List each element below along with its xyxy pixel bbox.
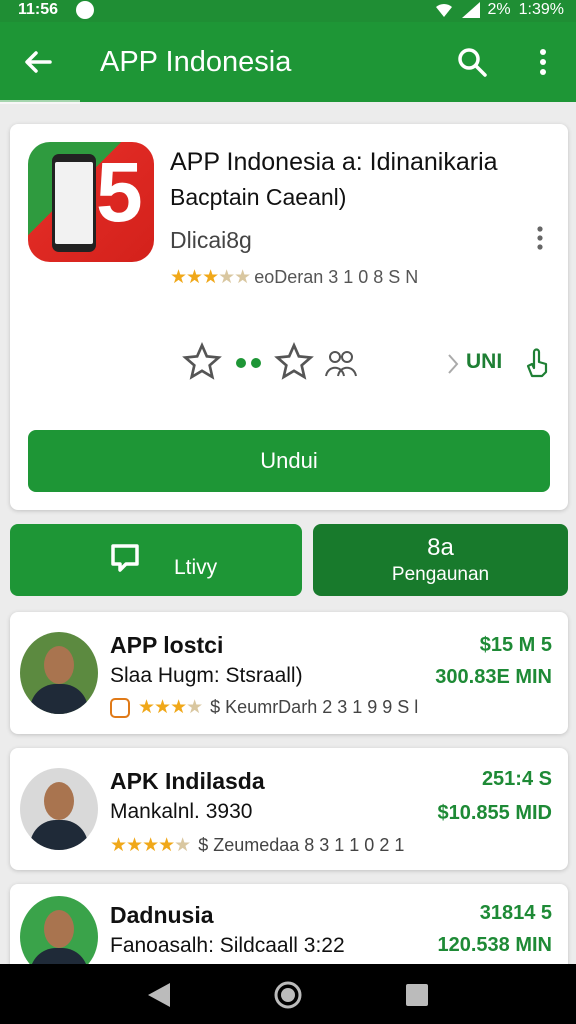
avatar <box>20 632 98 714</box>
status-right: 2% 1:39% <box>434 1 564 19</box>
list-item[interactable]: APP lostci Slaa Hugm: Stsraall) ★★★★ $ K… <box>10 612 568 734</box>
list-item-stat-bottom: 300.83E MIN <box>435 666 552 688</box>
list-item-stat-bottom: 120.538 MIN <box>437 934 552 956</box>
list-item-name: APP lostci <box>110 632 224 658</box>
list-item-subtitle: Mankalnl. 3930 <box>110 800 253 823</box>
list-item-subtitle: Fanoasalh: Sildcaall 3:22 <box>110 934 345 957</box>
system-nav-bar <box>0 964 576 1024</box>
avatar-body <box>30 820 88 850</box>
detail-more-icon[interactable] <box>532 224 548 252</box>
library-icon <box>111 544 139 572</box>
avatar <box>20 768 98 850</box>
status-time: 11:56 <box>18 1 59 18</box>
chevron-right-icon[interactable] <box>446 352 460 376</box>
rating-stars: ★★★★★ <box>170 267 251 288</box>
app-title: APP Indonesia a: Idinanikaria <box>170 148 498 176</box>
avatar-body <box>30 684 88 714</box>
avatar-head <box>44 782 74 820</box>
star-outline-icon-2[interactable] <box>274 342 314 382</box>
nav-home-icon[interactable] <box>273 980 303 1010</box>
people-icon[interactable] <box>324 348 358 378</box>
install-button[interactable]: Undui <box>28 430 550 492</box>
list-item-stat-top: 31814 5 <box>479 902 552 924</box>
list-item-stat-bottom: $10.855 MID <box>437 802 552 824</box>
avatar-head <box>44 910 74 948</box>
list-item-meta-text: $ Zeumedaa 8 3 1 1 0 2 1 <box>198 835 405 855</box>
list-item-meta-text: $ KeumrDarh 2 3 1 9 9 S l <box>210 697 419 717</box>
list-item-name: APK Indilasda <box>110 768 265 794</box>
badge-icon <box>110 697 130 718</box>
library-button[interactable]: Ltivy <box>10 524 302 596</box>
notification-icon <box>76 1 94 19</box>
star-outline-icon[interactable] <box>182 342 222 382</box>
uni-label[interactable]: UNI <box>466 350 502 374</box>
app-bar: APP Indonesia <box>0 22 576 102</box>
avatar-head <box>44 646 74 684</box>
status-clock: 1:39% <box>518 1 564 18</box>
app-rating: ★★★★★ eoDeran 3 1 0 8 S N <box>170 266 418 289</box>
app-subtitle: Bacptain Caeanl) <box>170 184 347 210</box>
list-item-stat-top: $15 M 5 <box>479 634 552 656</box>
list-item-stars: ★★★★ <box>138 697 203 718</box>
list-item-stat-top: 251:4 S <box>481 768 552 790</box>
back-arrow-icon[interactable] <box>20 44 56 80</box>
pengaunan-count: 8a <box>427 534 454 561</box>
wifi-icon <box>435 3 452 17</box>
battery-text: 2% <box>487 1 511 18</box>
pengaunan-button[interactable]: 8a Pengaunan <box>313 524 568 596</box>
app-bar-title: APP Indonesia <box>100 46 292 78</box>
library-button-label: Ltivy <box>174 556 218 579</box>
list-item-name: Dadnusia <box>110 902 214 928</box>
list-item-subtitle: Slaa Hugm: Stsraall) <box>110 664 303 687</box>
signal-icon <box>461 2 480 18</box>
nav-recents-icon[interactable] <box>402 980 432 1010</box>
more-vert-icon[interactable] <box>528 44 558 80</box>
list-item-meta: ★★★★ $ KeumrDarh 2 3 1 9 9 S l <box>110 696 418 719</box>
app-detail-card: 5 APP Indonesia a: Idinanikaria Bacptain… <box>10 124 568 510</box>
pengaunan-label: Pengaunan <box>391 564 490 585</box>
phone-screen <box>55 162 93 244</box>
list-item[interactable]: APK Indilasda Mankalnl. 3930 ★★★★★ $ Zeu… <box>10 748 568 870</box>
nav-back-icon[interactable] <box>144 980 174 1010</box>
app-icon: 5 <box>28 142 154 262</box>
rating-text: eoDeran 3 1 0 8 S N <box>254 267 419 287</box>
app-developer[interactable]: Dlicai8g <box>170 227 252 254</box>
status-bar: 11:56 2% 1:39% <box>0 0 576 22</box>
list-item-meta: ★★★★★ $ Zeumedaa 8 3 1 1 0 2 1 <box>110 834 404 857</box>
tab-indicator <box>0 100 80 104</box>
action-row: UNI <box>170 342 550 386</box>
app-logo-glyph: 5 <box>96 145 143 239</box>
hand-pointer-icon[interactable] <box>520 346 552 380</box>
search-icon[interactable] <box>454 44 490 80</box>
dots-icon <box>236 358 261 368</box>
list-item-stars: ★★★★★ <box>110 835 191 856</box>
